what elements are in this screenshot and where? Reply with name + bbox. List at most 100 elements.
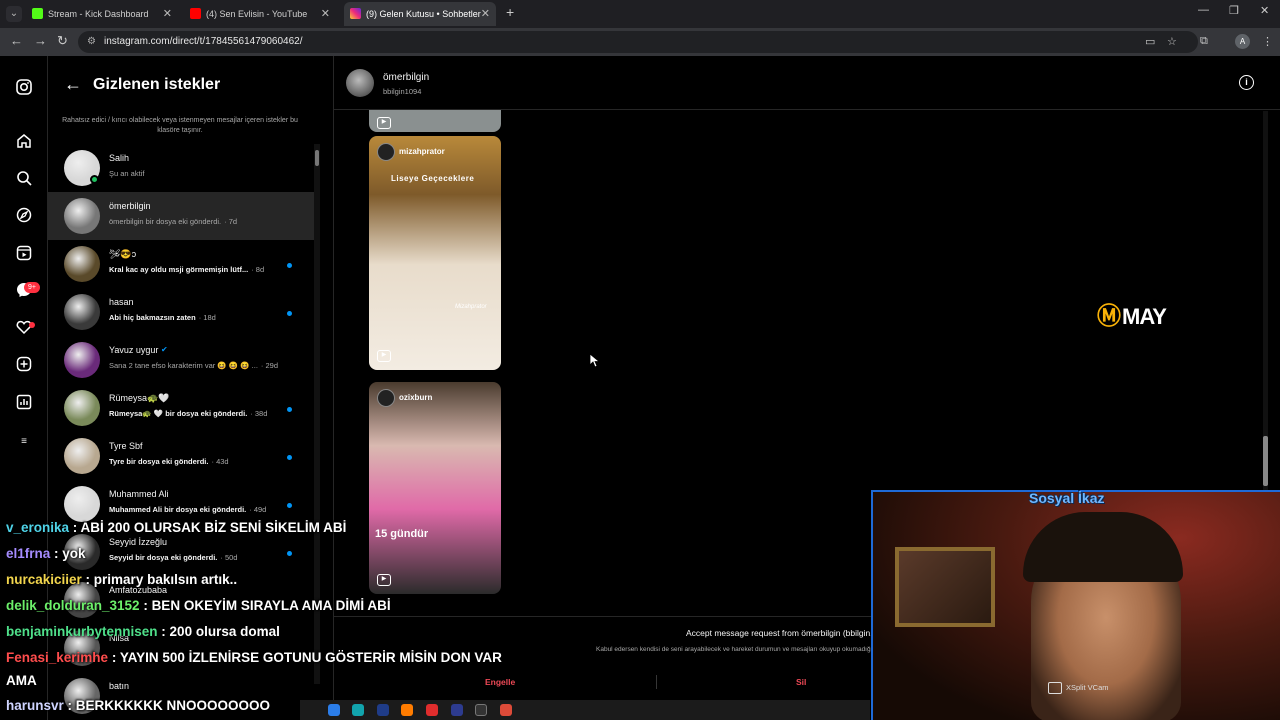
request-avatar[interactable] <box>64 342 100 378</box>
unread-dot <box>287 503 292 508</box>
reel-message[interactable]: mizahprator Liseye Geçeceklere Mizahprat… <box>369 136 501 370</box>
request-name: batın <box>109 681 130 691</box>
taskbar-illustrator-icon[interactable] <box>401 704 413 716</box>
conversation-name[interactable]: ömerbilgin <box>383 72 429 83</box>
request-preview-text: Abi hiç bakmazsın zaten <box>109 313 196 322</box>
request-row[interactable]: Tyre Sbf Tyre bir dosya eki gönderdi. · 43… <box>48 432 314 480</box>
request-preview-text: Muhammed Ali bir dosya eki gönderdi. <box>109 505 247 514</box>
minimize-button[interactable]: — <box>1198 4 1209 16</box>
taskbar-app-icon[interactable] <box>426 704 438 716</box>
request-name: Muhammed Ali <box>109 489 169 499</box>
brand-logo-text: MAY <box>1122 304 1167 329</box>
request-row[interactable]: 🛩😎ɔ Kral kac ay oldu msji görmemişin lütf… <box>48 240 314 288</box>
browser-tab-bar: ⌄ Stream - Kick Dashboard ✕ (4) Sen Evli… <box>0 0 1280 28</box>
reel-message-partial[interactable]: ▶ <box>369 110 501 132</box>
more-icon[interactable]: ≡ <box>14 432 34 452</box>
forward-button[interactable]: → <box>34 33 47 48</box>
taskbar-obs-icon[interactable] <box>475 704 487 716</box>
conversation-scrollbar-thumb[interactable] <box>1263 436 1268 486</box>
taskbar-edge-icon[interactable] <box>352 704 364 716</box>
stream-chat-username: el1frna <box>6 546 51 561</box>
taskbar-chrome-icon[interactable] <box>500 704 512 716</box>
stream-chat-separator: : <box>157 624 170 639</box>
close-tab-icon[interactable]: ✕ <box>321 2 330 26</box>
stream-chat-text: 200 olursa domal <box>169 624 280 639</box>
stream-chat-separator: : <box>50 546 63 561</box>
dashboard-icon[interactable] <box>14 394 34 414</box>
url-field[interactable]: ⚙ instagram.com/direct/t/178455614790604… <box>78 31 1198 53</box>
request-row[interactable]: Yavuz uygur ✔ Sana 2 tane efso karakterim… <box>48 336 314 384</box>
new-tab-button[interactable]: + <box>506 4 514 20</box>
online-status-dot <box>90 175 99 184</box>
create-icon[interactable] <box>14 356 34 376</box>
restore-button[interactable]: ❐ <box>1229 4 1239 17</box>
tab-kick-dashboard[interactable]: Stream - Kick Dashboard ✕ <box>26 2 178 26</box>
stream-chat-separator: : <box>139 598 152 613</box>
request-preview-text: ömerbilgin bir dosya eki gönderdi. <box>109 217 222 226</box>
reel-caption: Liseye Geçeceklere <box>391 174 475 183</box>
stream-chat-message: AMA <box>6 673 37 688</box>
reel-message[interactable]: ozixburn 15 gündür ▶ <box>369 382 501 594</box>
request-avatar[interactable] <box>64 486 100 522</box>
reels-icon[interactable] <box>14 245 34 265</box>
stream-chat-separator: : <box>63 698 76 713</box>
conversation-avatar[interactable] <box>346 69 374 97</box>
request-avatar[interactable] <box>64 198 100 234</box>
request-preview: Abi hiç bakmazsın zaten · 18d <box>109 313 216 322</box>
tab-search-icon[interactable]: ⌄ <box>6 6 22 22</box>
stream-chat-username: Fenasi_kerimhe <box>6 650 109 665</box>
cast-icon[interactable]: ▭ <box>1145 35 1155 48</box>
close-tab-icon[interactable]: ✕ <box>163 2 172 26</box>
conversation-info-icon[interactable]: i <box>1239 75 1254 90</box>
close-window-button[interactable]: ✕ <box>1260 4 1269 17</box>
back-button[interactable]: ← <box>10 33 23 48</box>
request-row[interactable]: ömerbilgin ömerbilgin bir dosya eki gönde… <box>48 192 314 240</box>
taskbar-premiere-icon[interactable] <box>451 704 463 716</box>
tab-instagram-inbox[interactable]: (9) Gelen Kutusu • Sohbetler ✕ <box>344 2 496 26</box>
request-name: ömerbilgin <box>109 201 151 211</box>
search-icon[interactable] <box>14 170 34 190</box>
request-row[interactable]: Rümeysa🐢🤍 Rümeysa🐢 🤍 bir dosya eki gönder… <box>48 384 314 432</box>
tab-youtube[interactable]: (4) Sen Evlisin - YouTube ✕ <box>184 2 336 26</box>
browser-menu-icon[interactable]: ⋮ <box>1262 35 1273 48</box>
request-avatar[interactable] <box>64 390 100 426</box>
bookmark-star-icon[interactable]: ☆ <box>1167 35 1177 48</box>
profile-avatar[interactable]: A <box>1235 34 1250 49</box>
back-arrow-icon[interactable]: ← <box>64 74 82 95</box>
stream-brand-logo: ⓂMAY <box>1097 296 1167 331</box>
unread-dot <box>287 311 292 316</box>
site-info-icon[interactable]: ⚙ <box>87 31 96 53</box>
xsplit-watermark: XSplit VCam <box>1048 682 1109 694</box>
windows-taskbar <box>300 700 870 720</box>
xsplit-text: XSplit VCam <box>1066 683 1109 692</box>
stream-chat-message: benjaminkurbytennisen : 200 olursa domal <box>6 624 280 639</box>
delete-button[interactable]: Sil <box>796 677 806 687</box>
request-row[interactable]: hasan Abi hiç bakmazsın zaten · 18d <box>48 288 314 336</box>
request-row[interactable]: Seyyid İzzeğlu Seyyid bir dosya eki gönde… <box>48 528 314 576</box>
stream-chat-username: delik_dolduran_3152 <box>6 598 140 613</box>
explore-icon[interactable] <box>14 207 34 227</box>
taskbar-photoshop-icon[interactable] <box>377 704 389 716</box>
instagram-logo-icon[interactable] <box>14 79 34 99</box>
reel-author-name: ozixburn <box>399 393 433 402</box>
request-avatar[interactable] <box>64 246 100 282</box>
close-tab-icon[interactable]: ✕ <box>481 2 490 26</box>
reload-button[interactable]: ↻ <box>57 33 68 49</box>
taskbar-app-icon[interactable] <box>328 704 340 716</box>
block-button[interactable]: Engelle <box>485 677 515 687</box>
request-preview: Şu an aktif <box>109 169 147 178</box>
request-row[interactable]: Salih Şu an aktif <box>48 144 314 192</box>
request-name: Seyyid İzzeğlu <box>109 537 168 547</box>
request-preview-text: Sana 2 tane efso karakterim var 😆 😆 😆 ..… <box>109 361 258 370</box>
request-avatar[interactable] <box>64 294 100 330</box>
request-preview-text: Tyre bir dosya eki gönderdi. <box>109 457 209 466</box>
panel-scrollbar-thumb[interactable] <box>315 150 319 166</box>
request-time: · 7d <box>224 217 238 226</box>
home-icon[interactable] <box>14 133 34 153</box>
request-avatar[interactable] <box>64 438 100 474</box>
extensions-icon[interactable]: ⧉ <box>1200 35 1208 48</box>
button-divider <box>656 675 657 689</box>
reel-watermark: Mizahprator <box>455 304 487 310</box>
request-name: hasan <box>109 297 134 307</box>
tab-title: (4) Sen Evlisin - YouTube <box>206 9 308 19</box>
